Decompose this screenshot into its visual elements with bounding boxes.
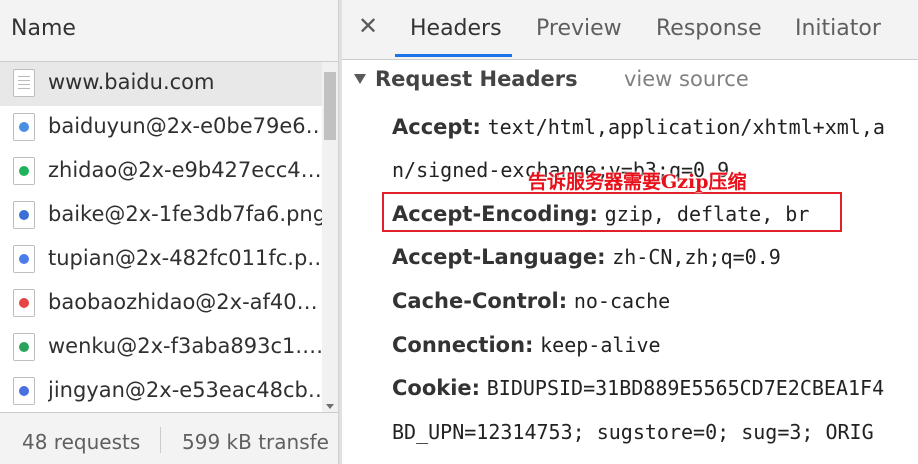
details-tab-bar: ✕ Headers Preview Response Initiator xyxy=(342,0,918,60)
tab-response[interactable]: Response xyxy=(656,16,762,41)
request-row[interactable]: www.baidu.com xyxy=(0,62,322,106)
tab-preview[interactable]: Preview xyxy=(536,16,622,41)
scrollbar-thumb[interactable] xyxy=(324,72,336,140)
collapse-triangle-icon[interactable] xyxy=(354,74,366,84)
request-details-pane: ✕ Headers Preview Response Initiator Req… xyxy=(342,0,918,464)
request-row[interactable]: baobaozhidao@2x-af40… xyxy=(0,282,322,326)
header-value: keep-alive xyxy=(540,333,661,357)
request-row[interactable]: baiduyun@2x-e0be79e6… xyxy=(0,106,322,150)
request-row[interactable]: baike@2x-1fe3db7fa6.png xyxy=(0,194,322,238)
header-accept-language: Accept-Language: zh-CN,zh;q=0.9 xyxy=(392,245,781,269)
header-connection: Connection: keep-alive xyxy=(392,333,661,357)
header-key: Connection: xyxy=(392,333,534,357)
request-name: jingyan@2x-e53eac48cb… xyxy=(48,378,322,402)
vertical-scrollbar[interactable] xyxy=(322,62,338,412)
request-row[interactable]: tupian@2x-482fc011fc.p… xyxy=(0,238,322,282)
request-name: www.baidu.com xyxy=(48,70,215,94)
name-column-title: Name xyxy=(11,16,76,41)
highlight-box xyxy=(382,192,842,232)
requests-count: 48 requests xyxy=(22,430,141,454)
header-cache-control: Cache-Control: no-cache xyxy=(392,289,670,313)
header-cookie-continuation: BD_UPN=12314753; sugstore=0; sug=3; ORIG xyxy=(392,420,874,444)
section-title: Request Headers xyxy=(375,67,578,91)
request-name: tupian@2x-482fc011fc.p… xyxy=(48,246,322,270)
header-value: zh-CN,zh;q=0.9 xyxy=(612,245,781,269)
image-file-icon xyxy=(13,157,35,185)
header-key: Cache-Control: xyxy=(392,289,568,313)
tab-initiator[interactable]: Initiator xyxy=(795,16,881,41)
footer-separator xyxy=(160,427,161,453)
header-key: Accept: xyxy=(392,115,481,139)
request-row[interactable]: zhidao@2x-e9b427ecc4… xyxy=(0,150,322,194)
image-file-icon xyxy=(13,333,35,361)
active-tab-indicator xyxy=(395,54,512,57)
request-row[interactable]: jingyan@2x-e53eac48cb… xyxy=(0,370,322,412)
tab-headers[interactable]: Headers xyxy=(410,16,502,41)
header-cookie: Cookie: BIDUPSID=31BD889E5565CD7E2CBEA1F… xyxy=(392,376,884,400)
header-accept: Accept: text/html,application/xhtml+xml,… xyxy=(392,115,885,139)
close-icon[interactable]: ✕ xyxy=(358,12,378,40)
image-file-icon xyxy=(13,289,35,317)
request-name: zhidao@2x-e9b427ecc4… xyxy=(48,158,322,182)
request-list: www.baidu.com baiduyun@2x-e0be79e6… zhidao… xyxy=(0,62,322,412)
document-icon xyxy=(13,69,35,97)
scroll-down-arrow-icon[interactable] xyxy=(326,404,334,409)
header-key: Accept-Language: xyxy=(392,245,606,269)
header-key: Cookie: xyxy=(392,376,481,400)
request-name: wenku@2x-f3aba893c1.… xyxy=(48,334,322,358)
request-name: baiduyun@2x-e0be79e6… xyxy=(48,114,322,138)
network-summary-bar: 48 requests 599 kB transfe xyxy=(0,412,338,464)
request-name: baike@2x-1fe3db7fa6.png xyxy=(48,202,322,226)
image-file-icon xyxy=(13,201,35,229)
header-value: BIDUPSID=31BD889E5565CD7E2CBEA1F4 xyxy=(486,376,885,400)
request-row[interactable]: wenku@2x-f3aba893c1.… xyxy=(0,326,322,370)
view-source-link[interactable]: view source xyxy=(624,67,749,91)
image-file-icon xyxy=(13,377,35,405)
request-name: baobaozhidao@2x-af40… xyxy=(48,290,318,314)
annotation-label: 告诉服务器需要Gzip压缩 xyxy=(528,171,747,193)
header-value: no-cache xyxy=(573,289,671,313)
header-value: text/html,application/xhtml+xml,a xyxy=(487,115,885,139)
request-headers-section[interactable]: Request Headers view source xyxy=(342,64,918,98)
transferred-size: 599 kB transfe xyxy=(182,430,329,454)
image-file-icon xyxy=(13,245,35,273)
name-column-header[interactable]: Name xyxy=(0,0,338,62)
request-list-pane: Name www.baidu.com baiduyun@2x-e0be79e6… z… xyxy=(0,0,338,464)
image-file-icon xyxy=(13,113,35,141)
